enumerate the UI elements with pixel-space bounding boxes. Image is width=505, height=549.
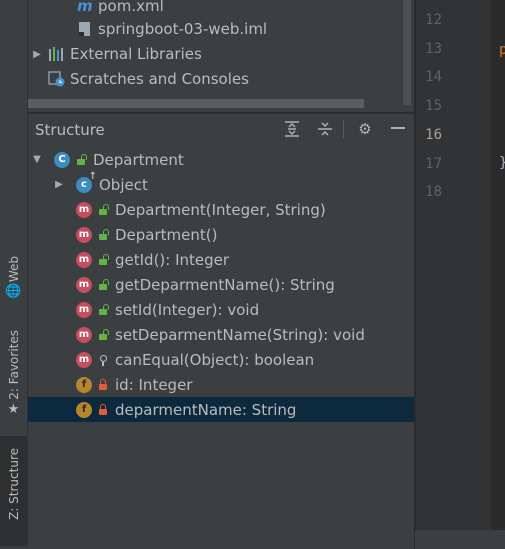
expand-arrow-icon[interactable]: ▶ xyxy=(30,49,44,60)
public-lock-icon xyxy=(98,329,108,341)
tree-item-method[interactable]: m setId(Integer): void xyxy=(28,297,414,322)
project-item-pom[interactable]: m pom.xml xyxy=(28,0,414,18)
editor-gutter: 12 13 14 15 16 17 18 xyxy=(415,0,492,530)
inherited-class-icon: c ↑ xyxy=(76,171,97,193)
line-number-current: 16 xyxy=(425,127,442,143)
code-editor[interactable]: p } xyxy=(491,0,505,549)
method-icon: m xyxy=(76,201,92,218)
line-number: 13 xyxy=(425,41,442,57)
private-lock-icon xyxy=(98,403,108,416)
public-lock-icon xyxy=(76,154,86,166)
public-lock-icon xyxy=(98,229,108,241)
class-icon: C xyxy=(54,151,70,168)
tree-item-object[interactable]: ▶ c ↑ Object xyxy=(28,171,414,197)
public-lock-icon xyxy=(98,204,108,216)
tab-web-label: Web xyxy=(6,256,21,283)
collapse-arrow-icon[interactable]: ▼ xyxy=(30,154,44,165)
collapse-all-icon[interactable] xyxy=(316,120,334,138)
horizontal-scrollbar[interactable] xyxy=(28,99,364,108)
tree-item-label: setDeparmentName(String): void xyxy=(115,325,365,344)
tab-favorites[interactable]: 2: Favorites ★ xyxy=(0,330,27,426)
vertical-scrollbar[interactable] xyxy=(403,0,411,105)
code-fragment: } xyxy=(499,155,505,171)
gear-icon[interactable]: ⚙ xyxy=(356,120,374,138)
tree-item-label: canEqual(Object): boolean xyxy=(115,350,315,369)
editor-bottom-strip xyxy=(415,530,505,549)
expand-arrow-icon[interactable]: ▶ xyxy=(52,179,66,190)
structure-header: Structure ⚙ xyxy=(28,113,414,145)
tab-web[interactable]: Web 🌐 xyxy=(0,256,27,312)
tree-item-label: Department() xyxy=(115,225,218,244)
project-item-label: pom.xml xyxy=(98,0,164,15)
project-item-label: springboot-03-web.iml xyxy=(98,20,268,38)
method-icon: m xyxy=(76,351,92,368)
tree-item-label: getId(): Integer xyxy=(115,250,230,269)
tree-item-class[interactable]: ▼ C Department xyxy=(28,147,414,172)
libraries-icon xyxy=(48,46,66,62)
method-icon: m xyxy=(76,326,92,343)
line-number: 15 xyxy=(425,98,442,114)
line-number: 14 xyxy=(425,69,442,85)
project-item-scratches[interactable]: Scratches and Consoles xyxy=(28,67,414,91)
line-number: 18 xyxy=(425,184,442,200)
tree-item-method[interactable]: m canEqual(Object): boolean xyxy=(28,347,414,372)
hide-icon[interactable] xyxy=(389,120,407,138)
tree-item-field[interactable]: f id: Integer xyxy=(28,372,414,397)
field-icon: f xyxy=(76,401,92,418)
header-divider xyxy=(343,120,344,138)
tree-item-label: id: Integer xyxy=(115,375,193,394)
project-item-external-libraries[interactable]: ▶ External Libraries xyxy=(28,42,414,66)
globe-icon: 🌐 xyxy=(5,284,22,300)
expand-all-icon[interactable] xyxy=(283,120,301,138)
public-lock-icon xyxy=(98,254,108,266)
line-number: 12 xyxy=(425,12,442,28)
tree-item-label: Object xyxy=(99,175,148,194)
project-item-label: Scratches and Consoles xyxy=(70,70,249,88)
tree-item-method[interactable]: m setDeparmentName(String): void xyxy=(28,322,414,347)
project-item-iml[interactable]: springboot-03-web.iml xyxy=(28,17,414,41)
iml-file-icon xyxy=(76,21,94,37)
line-number: 17 xyxy=(425,156,442,172)
method-icon: m xyxy=(76,226,92,243)
svg-text:m: m xyxy=(77,0,93,14)
tree-item-label: Department xyxy=(93,150,184,169)
star-icon: ★ xyxy=(7,401,20,417)
project-item-label: External Libraries xyxy=(70,45,202,63)
tree-item-label: getDeparmentName(): String xyxy=(115,275,335,294)
tree-item-label: deparmentName: String xyxy=(115,400,297,419)
project-tree: m pom.xml springboot-03-web.iml ▶ Extern… xyxy=(28,0,414,112)
method-icon: m xyxy=(76,301,92,318)
tab-structure-label: Z: Structure xyxy=(6,448,21,520)
maven-icon: m xyxy=(76,0,94,15)
code-fragment: p xyxy=(499,42,505,58)
structure-title: Structure xyxy=(35,120,105,139)
private-lock-icon xyxy=(98,378,108,391)
protected-key-icon xyxy=(98,354,108,366)
tree-item-method[interactable]: m Department() xyxy=(28,222,414,247)
tree-item-field-selected[interactable]: f deparmentName: String xyxy=(28,397,414,422)
method-icon: m xyxy=(76,251,92,268)
tab-structure[interactable]: Z: Structure xyxy=(0,436,27,546)
tree-item-method[interactable]: m Department(Integer, String) xyxy=(28,197,414,222)
method-icon: m xyxy=(76,276,92,293)
structure-tree: ▼ C Department ▶ c ↑ Object m Department(… xyxy=(28,145,414,549)
scratches-icon xyxy=(48,71,66,87)
public-lock-icon xyxy=(98,304,108,316)
tree-item-label: Department(Integer, String) xyxy=(115,200,326,219)
tree-item-method[interactable]: m getId(): Integer xyxy=(28,247,414,272)
tree-item-method[interactable]: m getDeparmentName(): String xyxy=(28,272,414,297)
public-lock-icon xyxy=(98,279,108,291)
tab-favorites-label: 2: Favorites xyxy=(6,330,21,400)
field-icon: f xyxy=(76,376,92,393)
tree-item-label: setId(Integer): void xyxy=(115,300,260,319)
left-tool-strip: Web 🌐 2: Favorites ★ Z: Structure xyxy=(0,0,28,549)
